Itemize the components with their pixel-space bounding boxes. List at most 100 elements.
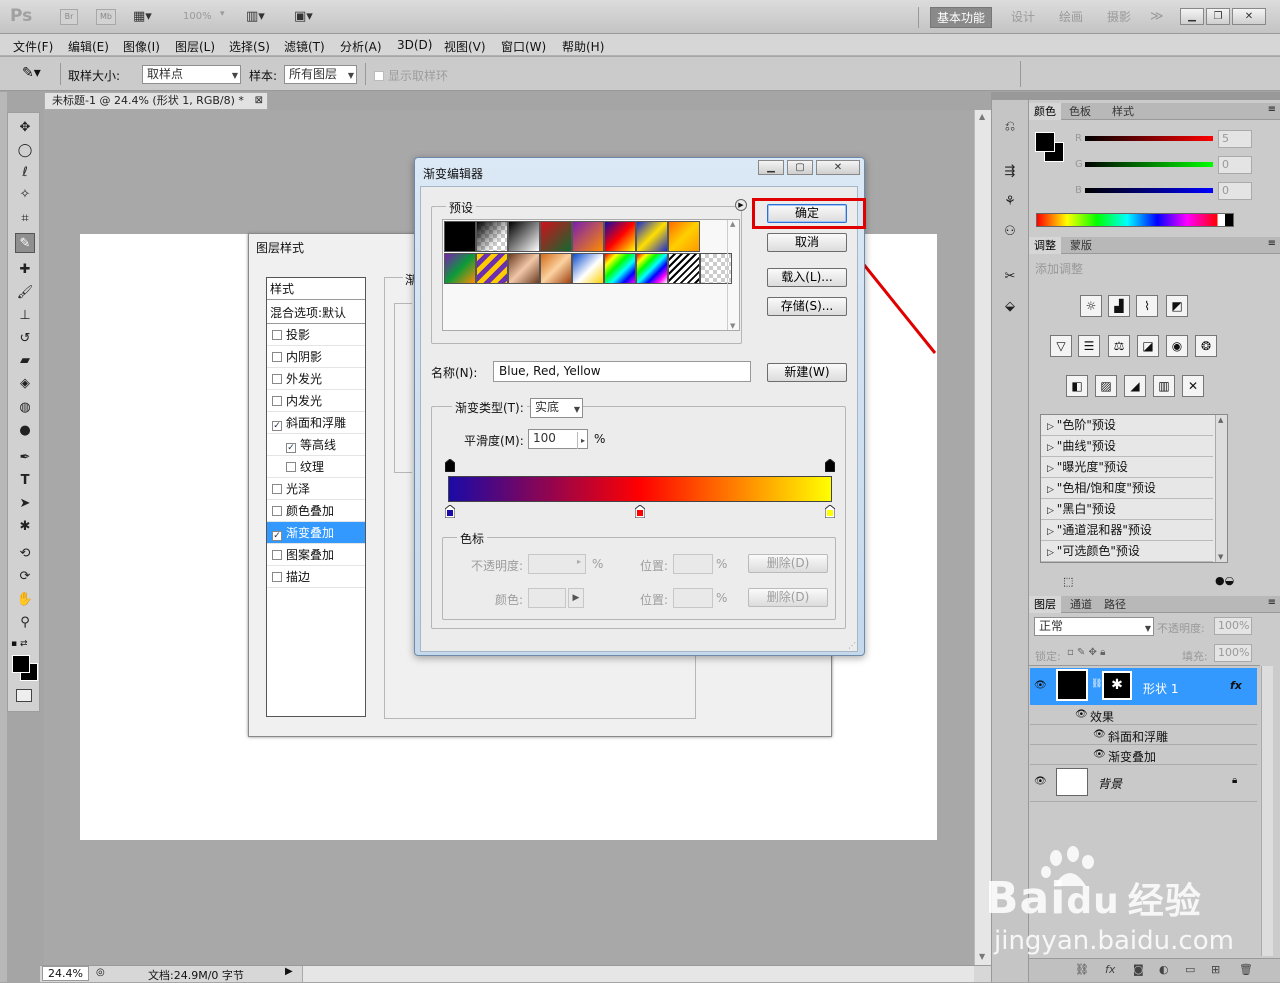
dialog-minimize-button[interactable]: ▁ <box>758 160 784 175</box>
color-panel-fg-swatch[interactable] <box>1035 132 1055 152</box>
style-item[interactable]: ✓ 等高线 <box>267 434 365 456</box>
style-item[interactable]: 内阴影 <box>267 346 365 368</box>
show-ring-checkbox[interactable]: 显示取样环 <box>374 67 448 84</box>
hue-sat-icon[interactable]: ☰ <box>1078 335 1100 357</box>
stamp-tool-icon[interactable]: ⊥ <box>15 306 35 326</box>
move-tool-icon[interactable]: ✥ <box>15 118 35 138</box>
r-slider[interactable] <box>1085 136 1213 141</box>
preset-fg-transparent[interactable] <box>476 221 508 252</box>
fill-input[interactable]: 100% <box>1214 644 1252 662</box>
eye-icon[interactable]: 👁︎ <box>1093 729 1106 740</box>
tab-paths[interactable]: 路径 <box>1099 596 1131 613</box>
tab-masks[interactable]: 蒙版 <box>1065 237 1097 254</box>
cancel-button[interactable]: 取消 <box>767 233 847 252</box>
marquee-tool-icon[interactable]: ◯ <box>15 141 35 161</box>
g-slider[interactable] <box>1085 162 1213 167</box>
preset-spectrum[interactable] <box>604 253 636 284</box>
checkbox-checked-icon[interactable]: ✓ <box>272 421 282 431</box>
more-workspaces-icon[interactable]: ≫ <box>1150 9 1164 24</box>
type-tool-icon[interactable]: T <box>15 471 35 491</box>
checkbox-icon[interactable] <box>272 506 282 516</box>
layer-background[interactable]: 👁︎ 背景 🔒︎ <box>1030 766 1257 802</box>
zoom-tool-icon[interactable]: ⚲ <box>15 613 35 633</box>
tab-color[interactable]: 颜色 <box>1029 103 1061 120</box>
style-item[interactable]: 光泽 <box>267 478 365 500</box>
panel-menu-icon[interactable]: ≡ <box>1268 238 1276 249</box>
menu-window[interactable]: 窗口(W) <box>501 38 546 55</box>
selective-color-icon[interactable]: ✕ <box>1182 375 1204 397</box>
sample-select[interactable]: 所有图层 ▼ <box>284 65 357 84</box>
link-layers-icon[interactable]: ⛓ <box>1075 963 1089 976</box>
spectrum-bar[interactable] <box>1036 213 1234 227</box>
minimize-button[interactable]: ▁ <box>1180 8 1204 25</box>
bridge-button[interactable]: Br <box>60 9 78 25</box>
style-item[interactable]: 内发光 <box>267 390 365 412</box>
menu-help[interactable]: 帮助(H) <box>562 38 604 55</box>
preset-violet-orange[interactable] <box>572 221 604 252</box>
effect-gradient-row[interactable]: 👁︎ 渐变叠加 <box>1030 746 1257 765</box>
style-item[interactable]: 图案叠加 <box>267 544 365 566</box>
path-select-icon[interactable]: ➤ <box>15 494 35 514</box>
checkbox-icon[interactable] <box>272 352 282 362</box>
vertical-scrollbar[interactable]: ▲ ▼ <box>974 110 991 965</box>
checkbox-icon[interactable] <box>272 572 282 582</box>
3d-panel-icon[interactable]: ⬙ <box>1000 297 1020 317</box>
quick-mask-icon[interactable] <box>16 689 32 702</box>
horizontal-scrollbar[interactable] <box>302 966 974 982</box>
checkbox-icon[interactable] <box>272 330 282 340</box>
view-extras-icon[interactable]: ▦▾ <box>133 9 165 25</box>
sample-size-select[interactable]: 取样点 ▼ <box>142 65 241 84</box>
expand-triangle-icon[interactable]: ▷ <box>1047 422 1057 432</box>
checkbox-icon[interactable] <box>272 484 282 494</box>
style-item[interactable]: 描边 <box>267 566 365 588</box>
document-tab[interactable]: 未标题-1 @ 24.4% (形状 1, RGB/8) * ⊠ <box>44 92 268 110</box>
dialog-maximize-button[interactable]: ▢ <box>787 160 813 175</box>
preset-blue-red-yellow[interactable] <box>604 221 636 252</box>
opacity-stop-right[interactable] <box>825 459 835 472</box>
effects-row[interactable]: 👁︎ 效果 <box>1030 706 1257 725</box>
preset-transparent-rainbow[interactable] <box>636 253 668 284</box>
expand-triangle-icon[interactable]: ▷ <box>1047 527 1057 537</box>
effect-bevel-row[interactable]: 👁︎ 斜面和浮雕 <box>1030 726 1257 745</box>
default-colors-icon[interactable]: ▪ ⇄ <box>11 639 28 649</box>
menu-analysis[interactable]: 分析(A) <box>340 38 382 55</box>
return-to-list-icon[interactable]: ⬚ <box>1063 575 1073 588</box>
menu-layer[interactable]: 图层(L) <box>175 38 215 55</box>
style-item[interactable]: ✓ 斜面和浮雕 <box>267 412 365 434</box>
delete-color-stop-button[interactable]: 删除(D) <box>748 588 828 607</box>
eye-icon[interactable]: 👁︎ <box>1034 680 1047 691</box>
gradient-bar[interactable] <box>448 476 832 502</box>
expand-triangle-icon[interactable]: ▷ <box>1047 506 1057 516</box>
tab-layers[interactable]: 图层 <box>1029 596 1061 613</box>
curves-icon[interactable]: ⌇ <box>1136 295 1158 317</box>
preset-blue-white-gold[interactable] <box>572 253 604 284</box>
smoothness-arrow-icon[interactable]: ▸ <box>576 432 585 449</box>
restore-button[interactable]: ❐ <box>1206 8 1230 25</box>
g-value[interactable]: 0 <box>1218 156 1252 174</box>
delete-layer-icon[interactable]: 🗑︎ <box>1239 963 1253 976</box>
foreground-color-swatch[interactable] <box>12 655 30 673</box>
preset-red-green[interactable] <box>540 221 572 252</box>
style-item[interactable]: 外发光 <box>267 368 365 390</box>
color-stop-yellow[interactable] <box>825 505 835 518</box>
color-stop-red[interactable] <box>635 505 645 518</box>
checkbox-checked-icon[interactable]: ✓ <box>272 531 282 541</box>
menu-filter[interactable]: 滤镜(T) <box>284 38 325 55</box>
adjust-preset-item[interactable]: ▷ "色阶"预设 <box>1041 415 1213 436</box>
healing-tool-icon[interactable]: ✚ <box>15 260 35 280</box>
actions-panel-icon[interactable]: ✂ <box>1000 267 1020 287</box>
quick-select-tool-icon[interactable]: ✧ <box>15 185 35 205</box>
name-input[interactable]: Blue, Red, Yellow <box>493 361 751 382</box>
resize-grip-icon[interactable]: ⋰ <box>848 641 856 650</box>
shape-tool-icon[interactable]: ✱ <box>15 517 35 537</box>
new-group-icon[interactable]: ▭ <box>1185 963 1195 976</box>
menu-image[interactable]: 图像(I) <box>123 38 160 55</box>
3d-rotate-icon[interactable]: ⟲ <box>15 544 35 564</box>
threshold-icon[interactable]: ◢ <box>1124 375 1146 397</box>
styles-header[interactable]: 样式 <box>267 278 365 300</box>
history-panel-icon[interactable]: ⎌ <box>1000 117 1020 137</box>
checkbox-icon[interactable] <box>272 396 282 406</box>
presets-list-scrollbar[interactable]: ▲ ▼ <box>1215 415 1227 562</box>
preset-chrome[interactable] <box>540 253 572 284</box>
menu-file[interactable]: 文件(F) <box>13 38 53 55</box>
